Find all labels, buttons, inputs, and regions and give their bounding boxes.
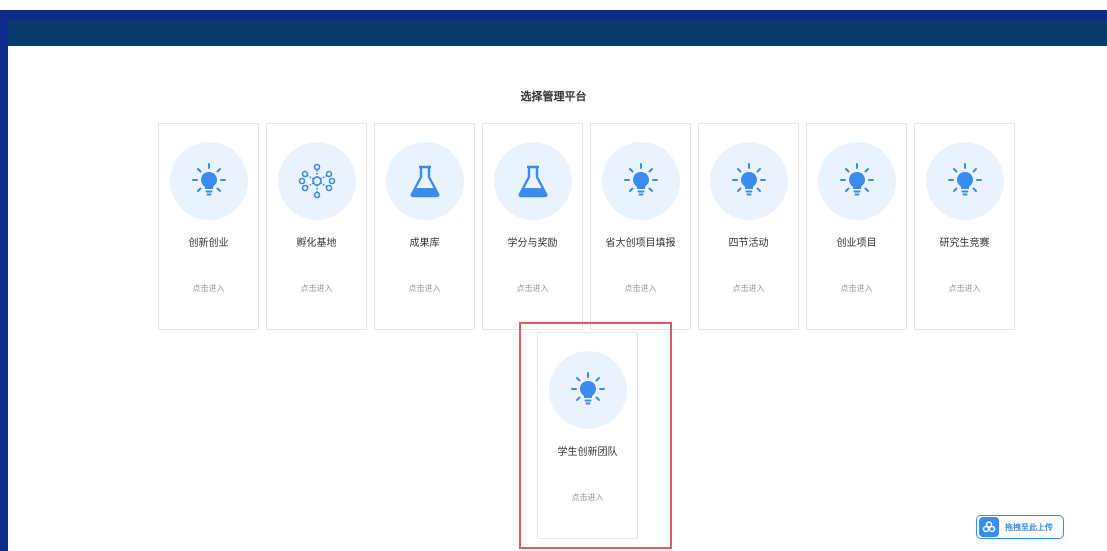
card-icon-circle bbox=[386, 142, 464, 220]
flask-icon bbox=[410, 165, 440, 198]
card-title: 四节活动 bbox=[728, 238, 769, 249]
card-icon-circle bbox=[602, 142, 680, 220]
card-enter-link[interactable]: 点击进入 bbox=[591, 283, 690, 294]
card-title: 学分与奖励 bbox=[507, 238, 558, 249]
card-icon-circle bbox=[926, 142, 1004, 220]
lightbulb-icon bbox=[948, 163, 982, 196]
platform-card-achievements[interactable]: 成果库 点击进入 bbox=[374, 123, 475, 330]
card-title: 成果库 bbox=[409, 238, 440, 249]
selection-highlight-box bbox=[519, 322, 672, 549]
card-title: 研究生竞赛 bbox=[939, 238, 990, 249]
lightbulb-icon bbox=[732, 163, 766, 196]
card-icon-circle bbox=[818, 142, 896, 220]
card-icon-circle bbox=[494, 142, 572, 220]
top-navigation-bar bbox=[8, 10, 1107, 46]
card-enter-link[interactable]: 点击进入 bbox=[159, 283, 258, 294]
card-enter-link[interactable]: 点击进入 bbox=[483, 283, 582, 294]
platform-card-graduate-competition[interactable]: 研究生竞赛 点击进入 bbox=[914, 123, 1015, 330]
card-title: 省大创项目填报 bbox=[605, 238, 676, 249]
card-icon-circle bbox=[278, 142, 356, 220]
card-enter-link[interactable]: 点击进入 bbox=[807, 283, 906, 294]
card-enter-link[interactable]: 点击进入 bbox=[699, 283, 798, 294]
cloud-share-icon bbox=[979, 517, 999, 537]
platform-card-startup-project[interactable]: 创业项目 点击进入 bbox=[806, 123, 907, 330]
lightbulb-icon bbox=[624, 163, 658, 196]
drag-upload-button[interactable]: 拖拽至此上传 bbox=[976, 515, 1064, 539]
platform-card-provincial-project[interactable]: 省大创项目填报 点击进入 bbox=[590, 123, 691, 330]
platform-card-innovation[interactable]: 创新创业 点击进入 bbox=[158, 123, 259, 330]
flask-icon bbox=[518, 165, 548, 198]
top-navigation-bar-inner bbox=[8, 20, 1107, 46]
page-title: 选择管理平台 bbox=[520, 90, 587, 103]
card-enter-link[interactable]: 点击进入 bbox=[915, 283, 1014, 294]
card-icon-circle bbox=[710, 142, 788, 220]
lightbulb-icon bbox=[192, 163, 226, 196]
card-title: 孵化基地 bbox=[296, 238, 337, 249]
card-enter-link[interactable]: 点击进入 bbox=[375, 283, 474, 294]
platform-card-incubation[interactable]: 孵化基地 点击进入 bbox=[266, 123, 367, 330]
platform-card-credits[interactable]: 学分与奖励 点击进入 bbox=[482, 123, 583, 330]
upload-label: 拖拽至此上传 bbox=[1005, 522, 1053, 532]
window-top-edge bbox=[0, 0, 1107, 10]
card-title: 创业项目 bbox=[836, 238, 877, 249]
card-enter-link[interactable]: 点击进入 bbox=[267, 283, 366, 294]
card-title: 创新创业 bbox=[188, 238, 229, 249]
lightbulb-icon bbox=[840, 163, 874, 196]
platform-card-four-festivals[interactable]: 四节活动 点击进入 bbox=[698, 123, 799, 330]
card-icon-circle bbox=[170, 142, 248, 220]
network-icon bbox=[298, 163, 336, 199]
